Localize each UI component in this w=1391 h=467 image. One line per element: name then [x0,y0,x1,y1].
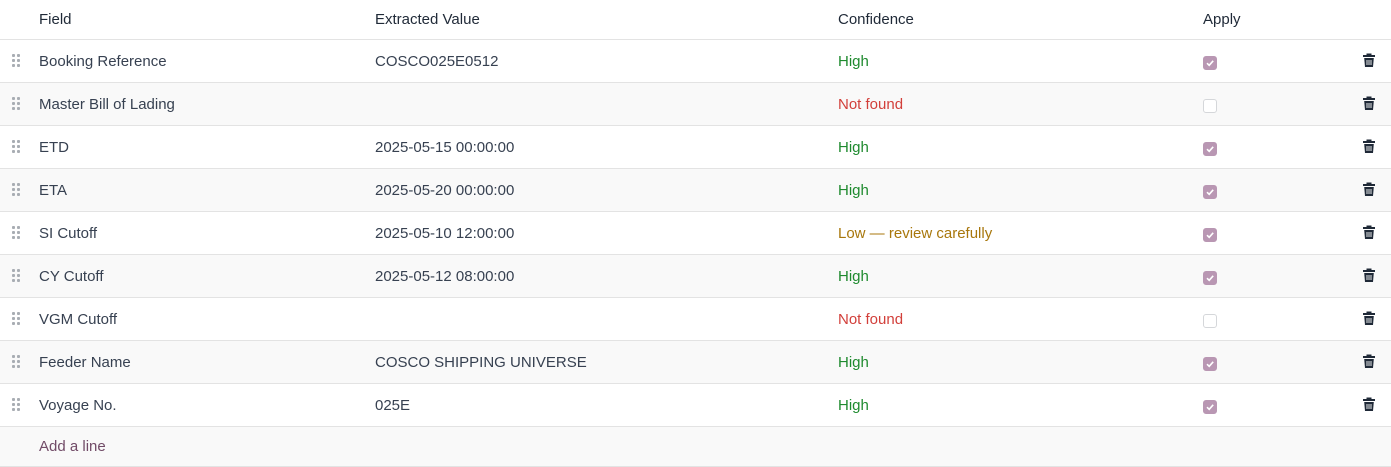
drag-handle-icon[interactable] [11,53,23,69]
extracted-value[interactable]: 2025-05-12 08:00:00 [375,255,514,297]
apply-checkbox[interactable] [1203,185,1217,199]
apply-cell [1203,83,1217,125]
field-name[interactable]: ETA [39,169,67,211]
field-name[interactable]: Feeder Name [39,341,131,383]
table-row[interactable]: Booking Reference COSCO025E0512 High [0,40,1391,83]
table-row[interactable]: Voyage No. 025E High [0,384,1391,427]
delete-cell [1362,255,1376,297]
drag-handle-icon[interactable] [11,354,23,370]
drag-handle-icon[interactable] [11,397,23,413]
confidence-badge: High [838,353,869,371]
field-name[interactable]: VGM Cutoff [39,298,117,340]
field-name[interactable]: Booking Reference [39,40,167,82]
apply-cell [1203,341,1217,383]
trash-icon[interactable] [1362,138,1376,154]
trash-icon[interactable] [1362,181,1376,197]
drag-handle-icon[interactable] [11,139,23,155]
field-name[interactable]: SI Cutoff [39,212,97,254]
table-row[interactable]: SI Cutoff 2025-05-10 12:00:00 Low — revi… [0,212,1391,255]
drag-handle-icon[interactable] [11,96,23,112]
checkmark-icon [1206,60,1214,67]
extracted-value[interactable]: 2025-05-10 12:00:00 [375,212,514,254]
table-row[interactable]: ETA 2025-05-20 00:00:00 High [0,169,1391,212]
apply-checkbox[interactable] [1203,56,1217,70]
delete-cell [1362,169,1376,211]
checkmark-icon [1206,189,1214,196]
apply-checkbox[interactable] [1203,357,1217,371]
column-header-field[interactable]: Field [39,0,72,39]
apply-cell [1203,40,1217,82]
trash-icon[interactable] [1362,267,1376,283]
delete-cell [1362,126,1376,168]
extracted-value[interactable]: COSCO025E0512 [375,40,498,82]
table-row[interactable]: VGM Cutoff Not found [0,298,1391,341]
checkmark-icon [1206,232,1214,239]
add-line-row: Add a line [0,427,1391,467]
checkmark-icon [1206,146,1214,153]
confidence-badge: High [838,396,869,414]
checkmark-icon [1206,275,1214,282]
drag-handle-icon[interactable] [11,311,23,327]
table-row[interactable]: ETD 2025-05-15 00:00:00 High [0,126,1391,169]
confidence-badge: High [838,267,869,285]
apply-checkbox[interactable] [1203,228,1217,242]
delete-cell [1362,212,1376,254]
table-row[interactable]: Master Bill of Lading Not found [0,83,1391,126]
table-row[interactable]: Feeder Name COSCO SHIPPING UNIVERSE High [0,341,1391,384]
trash-icon[interactable] [1362,396,1376,412]
apply-cell [1203,212,1217,254]
column-header-extracted-value[interactable]: Extracted Value [375,0,480,39]
extraction-table: Field Extracted Value Confidence Apply B… [0,0,1391,467]
delete-cell [1362,298,1376,340]
drag-handle-icon[interactable] [11,225,23,241]
extracted-value[interactable]: 2025-05-15 00:00:00 [375,126,514,168]
field-name[interactable]: CY Cutoff [39,255,103,297]
confidence-badge: High [838,181,869,199]
confidence-badge: High [838,138,869,156]
apply-cell [1203,384,1217,426]
apply-checkbox[interactable] [1203,271,1217,285]
apply-cell [1203,298,1217,340]
column-header-confidence[interactable]: Confidence [838,0,914,39]
field-name[interactable]: Voyage No. [39,384,117,426]
trash-icon[interactable] [1362,95,1376,111]
apply-cell [1203,169,1217,211]
apply-cell [1203,255,1217,297]
trash-icon[interactable] [1362,52,1376,68]
drag-handle-icon[interactable] [11,268,23,284]
confidence-badge: Low — review carefully [838,224,993,242]
apply-cell [1203,126,1217,168]
table-header: Field Extracted Value Confidence Apply [0,0,1391,40]
trash-icon[interactable] [1362,224,1376,240]
confidence-badge: Not found [838,95,904,113]
confidence-badge: High [838,52,869,70]
apply-checkbox[interactable] [1203,314,1217,328]
table-row[interactable]: CY Cutoff 2025-05-12 08:00:00 High [0,255,1391,298]
add-line-link[interactable]: Add a line [39,427,106,466]
confidence-badge: Not found [838,310,904,328]
apply-checkbox[interactable] [1203,142,1217,156]
field-name[interactable]: Master Bill of Lading [39,83,175,125]
checkmark-icon [1206,361,1214,368]
trash-icon[interactable] [1362,310,1376,326]
apply-checkbox[interactable] [1203,400,1217,414]
delete-cell [1362,384,1376,426]
extracted-value[interactable]: 2025-05-20 00:00:00 [375,169,514,211]
checkmark-icon [1206,404,1214,411]
extracted-value[interactable]: COSCO SHIPPING UNIVERSE [375,341,587,383]
apply-checkbox[interactable] [1203,99,1217,113]
delete-cell [1362,40,1376,82]
extracted-value[interactable]: 025E [375,384,410,426]
field-name[interactable]: ETD [39,126,69,168]
drag-handle-icon[interactable] [11,182,23,198]
column-header-apply[interactable]: Apply [1203,0,1241,39]
delete-cell [1362,341,1376,383]
trash-icon[interactable] [1362,353,1376,369]
delete-cell [1362,83,1376,125]
